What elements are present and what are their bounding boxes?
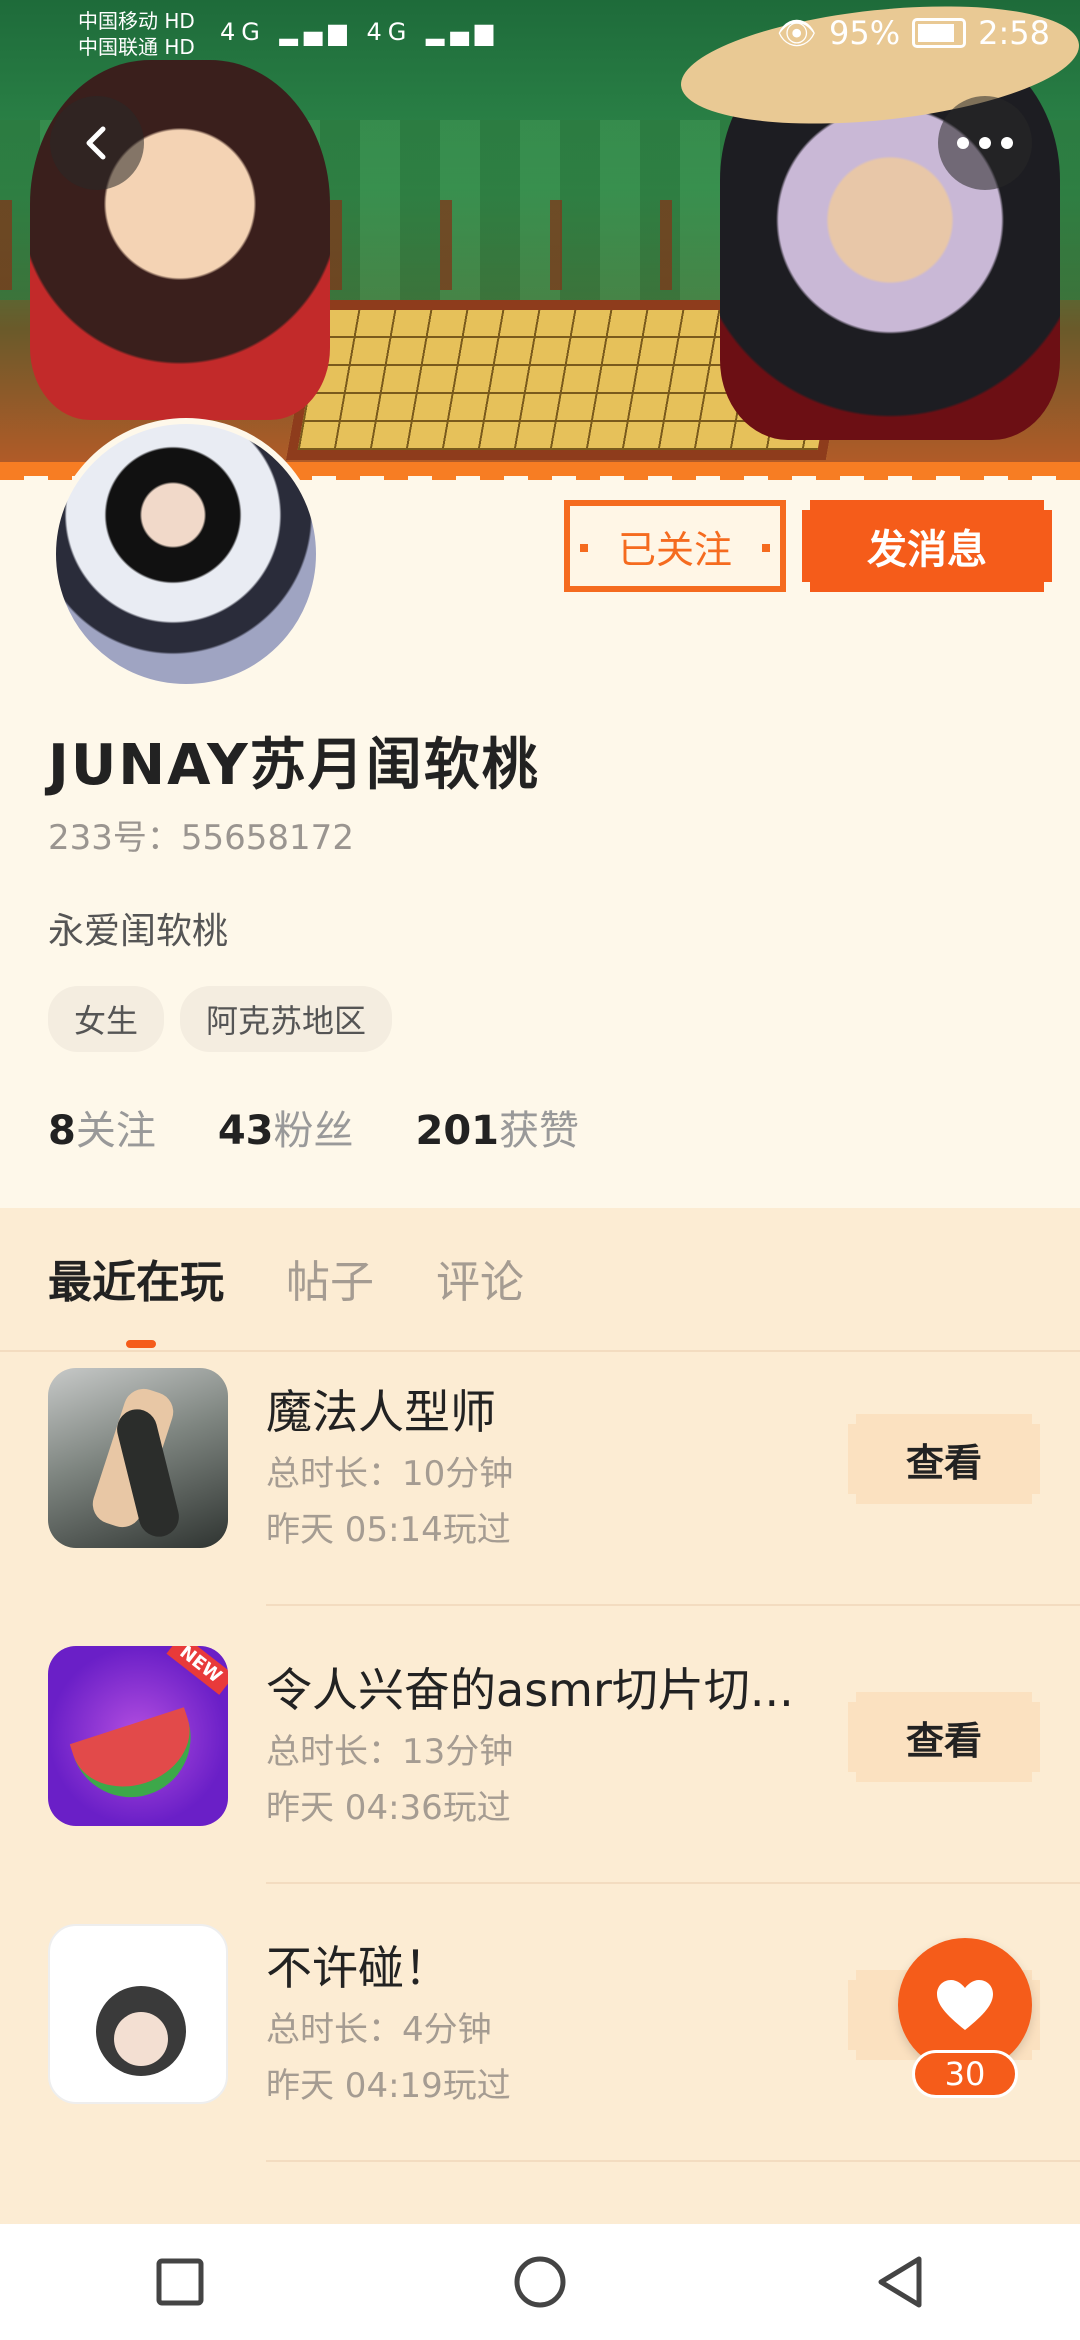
game-duration: 总时长：13分钟 bbox=[266, 1732, 514, 1772]
tab-posts[interactable]: 帖子 bbox=[286, 1246, 374, 1310]
followed-label: 已关注 bbox=[617, 527, 732, 572]
divider bbox=[266, 2160, 1080, 2162]
following-stat[interactable]: 8关注 bbox=[48, 1098, 156, 1156]
game-last-played: 昨天 04:36玩过 bbox=[266, 1788, 511, 1828]
fans-count: 43 bbox=[217, 1108, 274, 1154]
bio: 永爱闺软桃 bbox=[48, 911, 229, 952]
game-duration: 总时长：10分钟 bbox=[266, 1454, 514, 1494]
like-count-badge: 30 bbox=[912, 2050, 1018, 2098]
back-nav-button[interactable] bbox=[850, 2232, 950, 2332]
following-count: 8 bbox=[48, 1108, 76, 1154]
network-type: 4G bbox=[366, 18, 413, 46]
followed-button[interactable]: 已关注 bbox=[564, 500, 786, 592]
stats: 8关注 43粉丝 201获赞 bbox=[48, 1098, 579, 1156]
game-title: 魔法人型师 bbox=[266, 1385, 496, 1439]
game-icon bbox=[48, 1646, 228, 1826]
chevron-left-icon bbox=[86, 126, 106, 160]
back-button[interactable] bbox=[50, 96, 144, 190]
triangle-back-icon bbox=[878, 2256, 922, 2308]
game-duration: 总时长：4分钟 bbox=[266, 2010, 492, 2050]
game-title: 不许碰！ bbox=[266, 1941, 450, 1995]
more-horizontal-icon bbox=[957, 137, 1013, 149]
decor-dot bbox=[580, 544, 588, 552]
home-button[interactable] bbox=[490, 2232, 590, 2332]
circle-icon bbox=[514, 2256, 566, 2308]
tab-bar: 最近在玩 帖子 评论 bbox=[48, 1246, 524, 1310]
carrier-info: 中国移动 HD 中国联通 HD bbox=[78, 8, 195, 60]
battery-percent: 95% bbox=[829, 14, 901, 52]
user-id: 233号：55658172 bbox=[48, 818, 354, 858]
game-row[interactable]: 令人兴奋的asmr切片切... 总时长：13分钟 昨天 04:36玩过 查看 bbox=[0, 1606, 1080, 1884]
carrier-1: 中国移动 bbox=[78, 9, 158, 33]
send-message-button[interactable]: 发消息 bbox=[802, 500, 1052, 592]
heart-icon bbox=[937, 1980, 993, 2030]
tag-list: 女生 阿克苏地区 bbox=[48, 986, 393, 1052]
network-type: 4G bbox=[220, 18, 266, 46]
signal-icons: 4G ▂▄▆ 4G ▂▄▆ bbox=[220, 18, 500, 46]
likes-stat: 201获赞 bbox=[416, 1098, 580, 1156]
battery-icon bbox=[912, 18, 967, 48]
more-button[interactable] bbox=[938, 96, 1032, 190]
game-icon bbox=[48, 1368, 228, 1548]
eye-icon: 👁 bbox=[776, 14, 818, 52]
avatar[interactable] bbox=[50, 418, 322, 690]
tag-region: 阿克苏地区 bbox=[180, 986, 393, 1052]
decor-dot bbox=[762, 544, 770, 552]
hd-badge: HD bbox=[164, 35, 195, 59]
carrier-2: 中国联通 bbox=[78, 35, 158, 59]
tab-recent[interactable]: 最近在玩 bbox=[48, 1246, 224, 1310]
tab-comments[interactable]: 评论 bbox=[436, 1246, 524, 1310]
likes-count: 201 bbox=[415, 1108, 500, 1154]
recents-button[interactable] bbox=[130, 2232, 230, 2332]
game-icon bbox=[48, 1924, 228, 2104]
view-button[interactable]: 查看 bbox=[848, 1692, 1040, 1782]
following-label: 关注 bbox=[75, 1108, 156, 1154]
view-button[interactable]: 查看 bbox=[848, 1414, 1040, 1504]
game-last-played: 昨天 05:14玩过 bbox=[266, 1510, 511, 1550]
game-title: 令人兴奋的asmr切片切... bbox=[266, 1663, 794, 1717]
square-icon bbox=[156, 2258, 204, 2306]
tag-gender: 女生 bbox=[48, 986, 165, 1052]
game-row[interactable]: 魔法人型师 总时长：10分钟 昨天 05:14玩过 查看 bbox=[0, 1328, 1080, 1606]
username: JUNAY苏月闺软桃 bbox=[48, 733, 540, 798]
likes-label: 获赞 bbox=[499, 1108, 580, 1154]
message-label: 发消息 bbox=[867, 527, 987, 573]
clock: 2:58 bbox=[978, 14, 1050, 52]
fans-label: 粉丝 bbox=[273, 1108, 354, 1154]
system-nav-bar bbox=[0, 2224, 1080, 2340]
hd-badge: HD bbox=[164, 9, 195, 33]
status-bar: 中国移动 HD 中国联通 HD 4G ▂▄▆ 4G ▂▄▆ 👁 95% 2:58 bbox=[0, 0, 1080, 76]
fans-stat[interactable]: 43粉丝 bbox=[218, 1098, 354, 1156]
game-last-played: 昨天 04:19玩过 bbox=[266, 2066, 511, 2106]
